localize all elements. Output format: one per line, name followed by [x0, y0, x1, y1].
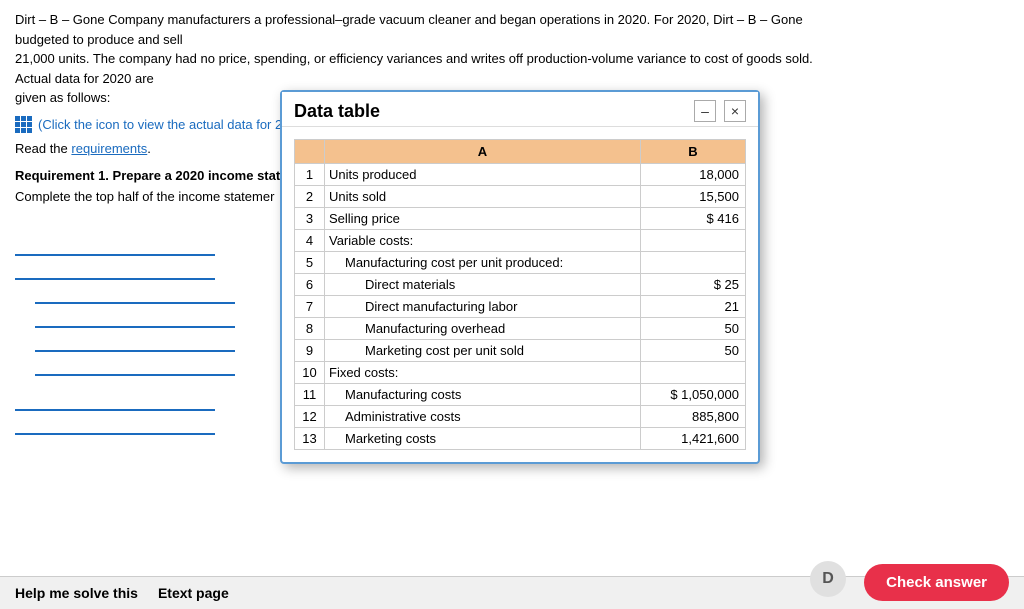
data-table-icon[interactable] — [15, 116, 32, 133]
table-cell-label: Direct manufacturing labor — [325, 296, 641, 318]
table-row: 2Units sold15,500 — [295, 186, 746, 208]
table-row: 1Units produced18,000 — [295, 164, 746, 186]
check-answer-button[interactable]: Check answer — [864, 564, 1009, 601]
etext-page-link[interactable]: Etext page — [158, 585, 229, 601]
modal-body: A B 1Units produced18,0002Units sold15,5… — [282, 127, 758, 462]
table-cell-value: 15,500 — [640, 186, 745, 208]
table-cell-label: Marketing cost per unit sold — [325, 340, 641, 362]
input-field-1[interactable] — [15, 235, 215, 256]
table-cell-rownum: 3 — [295, 208, 325, 230]
input-field-4[interactable] — [35, 307, 235, 328]
table-cell-rownum: 7 — [295, 296, 325, 318]
table-cell-value — [640, 252, 745, 274]
table-cell-rownum: 12 — [295, 406, 325, 428]
table-row: 4Variable costs: — [295, 230, 746, 252]
table-cell-label: Manufacturing cost per unit produced: — [325, 252, 641, 274]
table-cell-rownum: 11 — [295, 384, 325, 406]
table-cell-value — [640, 230, 745, 252]
table-row: 9Marketing cost per unit sold50 — [295, 340, 746, 362]
help-me-solve-link[interactable]: Help me solve this — [15, 585, 138, 601]
table-cell-rownum: 8 — [295, 318, 325, 340]
table-cell-label: Direct materials — [325, 274, 641, 296]
table-cell-value — [640, 362, 745, 384]
input-field-5[interactable] — [35, 331, 235, 352]
table-cell-value: $ 416 — [640, 208, 745, 230]
data-table-modal: Data table – × A B 1Units produced18,000… — [280, 90, 760, 464]
icon-link-text[interactable]: (Click the icon to view the actual data … — [38, 117, 312, 132]
input-row-2 — [15, 259, 275, 280]
input-row-8 — [15, 414, 275, 435]
requirements-link[interactable]: requirements — [71, 141, 147, 156]
table-cell-label: Marketing costs — [325, 428, 641, 450]
d-circle-button[interactable]: D — [810, 561, 846, 597]
table-cell-rownum: 2 — [295, 186, 325, 208]
table-row: 11Manufacturing costs$ 1,050,000 — [295, 384, 746, 406]
table-cell-rownum: 1 — [295, 164, 325, 186]
table-cell-value: $ 25 — [640, 274, 745, 296]
col-header-b: B — [640, 140, 745, 164]
table-cell-label: Fixed costs: — [325, 362, 641, 384]
input-field-2[interactable] — [15, 259, 215, 280]
input-row-1 — [15, 235, 275, 256]
table-cell-rownum: 6 — [295, 274, 325, 296]
table-cell-value: 885,800 — [640, 406, 745, 428]
table-cell-value: $ 1,050,000 — [640, 384, 745, 406]
table-cell-label: Manufacturing overhead — [325, 318, 641, 340]
input-field-3[interactable] — [35, 283, 235, 304]
input-row-3 — [35, 283, 275, 304]
table-cell-rownum: 10 — [295, 362, 325, 384]
table-cell-rownum: 13 — [295, 428, 325, 450]
table-cell-value: 1,421,600 — [640, 428, 745, 450]
modal-controls: – × — [694, 100, 746, 122]
table-cell-value: 21 — [640, 296, 745, 318]
modal-close-button[interactable]: × — [724, 100, 746, 122]
table-cell-value: 50 — [640, 340, 745, 362]
table-row: 6Direct materials$ 25 — [295, 274, 746, 296]
data-table: A B 1Units produced18,0002Units sold15,5… — [294, 139, 746, 450]
table-cell-label: Variable costs: — [325, 230, 641, 252]
table-cell-label: Administrative costs — [325, 406, 641, 428]
input-field-8[interactable] — [15, 414, 215, 435]
input-row-6 — [35, 355, 275, 376]
input-row-7 — [15, 390, 275, 411]
modal-title: Data table — [294, 101, 380, 122]
table-row: 10Fixed costs: — [295, 362, 746, 384]
table-row: 12Administrative costs885,800 — [295, 406, 746, 428]
table-row: 8Manufacturing overhead50 — [295, 318, 746, 340]
table-cell-rownum: 9 — [295, 340, 325, 362]
table-cell-value: 50 — [640, 318, 745, 340]
col-header-a: A — [325, 140, 641, 164]
modal-minimize-button[interactable]: – — [694, 100, 716, 122]
input-row-5 — [35, 331, 275, 352]
table-row: 3Selling price$ 416 — [295, 208, 746, 230]
col-header-empty — [295, 140, 325, 164]
table-row: 13Marketing costs1,421,600 — [295, 428, 746, 450]
table-cell-label: Manufacturing costs — [325, 384, 641, 406]
table-cell-value: 18,000 — [640, 164, 745, 186]
table-cell-rownum: 4 — [295, 230, 325, 252]
input-section — [15, 235, 275, 435]
input-field-7[interactable] — [15, 390, 215, 411]
modal-header: Data table – × — [282, 92, 758, 127]
input-row-4 — [35, 307, 275, 328]
table-row: 5Manufacturing cost per unit produced: — [295, 252, 746, 274]
table-cell-label: Units produced — [325, 164, 641, 186]
table-cell-rownum: 5 — [295, 252, 325, 274]
table-cell-label: Selling price — [325, 208, 641, 230]
input-field-6[interactable] — [35, 355, 235, 376]
table-cell-label: Units sold — [325, 186, 641, 208]
table-row: 7Direct manufacturing labor21 — [295, 296, 746, 318]
